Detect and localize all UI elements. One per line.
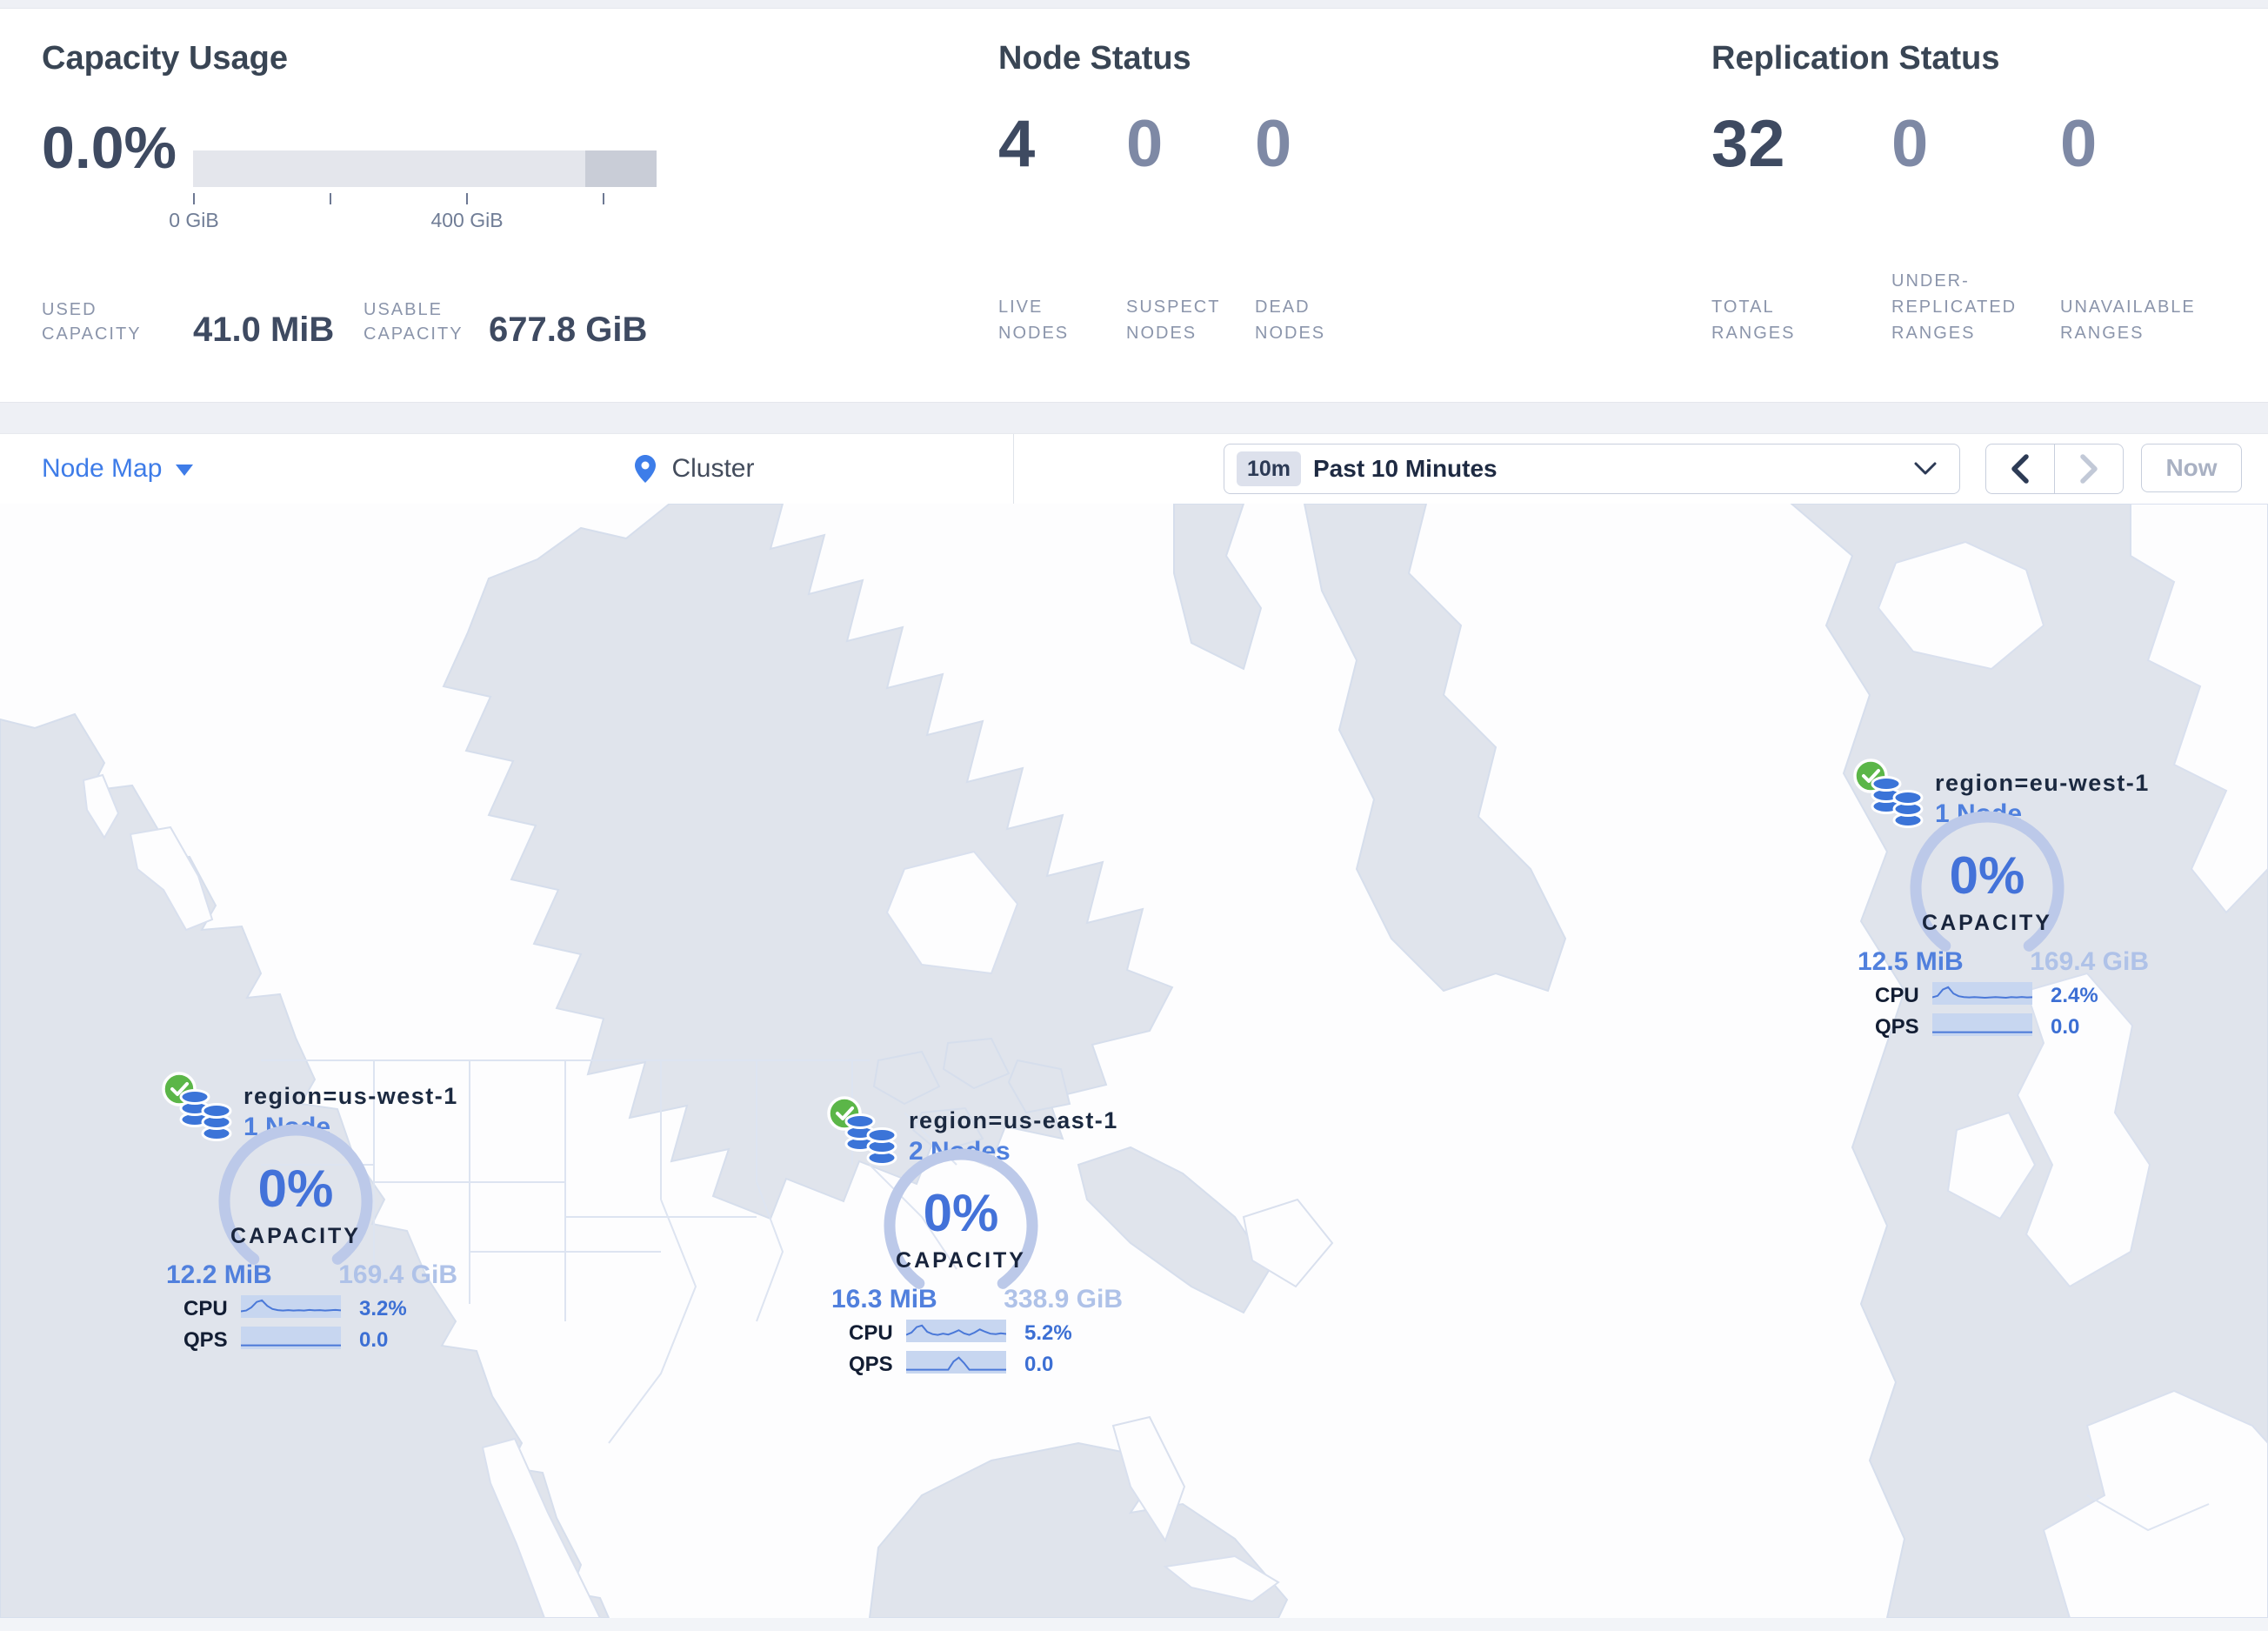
- region-name: region=eu-west-1: [1935, 770, 2150, 796]
- usable-capacity-value: 677.8 GiB: [489, 311, 648, 349]
- region-capacity-percent: 0%: [257, 1160, 334, 1218]
- live-nodes-label: LIVE NODES: [998, 297, 1070, 343]
- used-capacity-value: 41.0 MiB: [193, 311, 335, 349]
- view-selector-label: Node Map: [42, 454, 163, 483]
- under-replicated-ranges-value: 0: [1891, 107, 1929, 181]
- region-used-capacity: 12.5 MiB: [1858, 947, 1964, 976]
- chevron-down-icon: [1914, 462, 1937, 475]
- cpu-value: 2.4%: [2051, 984, 2098, 1007]
- qps-value: 0.0: [2051, 1015, 2080, 1039]
- capacity-usage-section: Capacity Usage 0.0% 0 GiB 400 GiB USED C…: [42, 9, 981, 402]
- qps-sparkline: [906, 1351, 1006, 1374]
- map-toolbar: Node Map Cluster 10m Past 10 Minutes Now: [0, 433, 2268, 505]
- suspect-nodes-label: SUSPECT NODES: [1126, 297, 1221, 343]
- dead-nodes-label: DEAD NODES: [1255, 297, 1326, 343]
- region-capacity-percent: 0%: [1949, 846, 2025, 905]
- capacity-axis-tick: [466, 193, 468, 204]
- region-total-capacity: 169.4 GiB: [2030, 947, 2149, 976]
- qps-label: QPS: [849, 1353, 893, 1376]
- qps-value: 0.0: [1024, 1353, 1054, 1376]
- usable-capacity-label: USABLE CAPACITY: [364, 300, 464, 344]
- replication-status-title: Replication Status: [1711, 40, 2000, 77]
- node-map-canvas: region=us-west-1 1 Node 0% CAPACITY 12.2…: [0, 504, 2268, 1618]
- qps-label: QPS: [183, 1328, 228, 1352]
- region-name: region=us-west-1: [243, 1083, 458, 1109]
- cpu-value: 5.2%: [1024, 1321, 1072, 1345]
- qps-sparkline: [241, 1327, 341, 1349]
- capacity-axis-tick: [603, 193, 604, 204]
- breadcrumb[interactable]: Cluster: [635, 434, 754, 504]
- region-capacity-percent: 0%: [923, 1184, 999, 1242]
- cluster-summary-bar: Capacity Usage 0.0% 0 GiB 400 GiB USED C…: [0, 8, 2268, 403]
- capacity-axis-label-400: 400 GiB: [430, 209, 504, 231]
- capacity-usage-title: Capacity Usage: [42, 40, 289, 77]
- total-ranges-value: 32: [1711, 107, 1785, 181]
- under-replicated-ranges-label: UNDER-REPLICATED RANGES: [1891, 271, 2018, 343]
- time-step-forward-button[interactable]: [2055, 445, 2123, 493]
- node-status-title: Node Status: [998, 40, 1191, 77]
- region-marker-us-west-1[interactable]: region=us-west-1 1 Node 0% CAPACITY 12.2…: [161, 1071, 461, 1362]
- used-capacity-label: USED CAPACITY: [42, 300, 142, 344]
- capacity-usage-bar: [193, 150, 657, 187]
- region-capacity-label: CAPACITY: [1922, 911, 2052, 935]
- time-step-buttons: [1985, 444, 2124, 494]
- view-selector-dropdown[interactable]: Node Map: [42, 434, 194, 504]
- region-capacity-label: CAPACITY: [230, 1224, 361, 1248]
- time-range-label: Past 10 Minutes: [1313, 455, 1498, 482]
- replication-status-section: Replication Status 32 0 0 TOTAL RANGES U…: [1711, 9, 2268, 402]
- cluster-overview-page: Capacity Usage 0.0% 0 GiB 400 GiB USED C…: [0, 0, 2268, 1631]
- time-range-badge: 10m: [1237, 451, 1302, 486]
- region-capacity-label: CAPACITY: [896, 1248, 1026, 1273]
- breadcrumb-cluster-label: Cluster: [671, 454, 755, 483]
- cpu-label: CPU: [849, 1321, 893, 1345]
- map-footer-strip: [0, 1618, 2268, 1631]
- chevron-right-icon: [2080, 454, 2098, 484]
- location-pin-icon: [635, 455, 656, 483]
- capacity-axis-tick: [193, 193, 195, 204]
- qps-sparkline: [1932, 1013, 2032, 1036]
- world-map: [0, 504, 2268, 1618]
- dead-nodes-value: 0: [1255, 107, 1292, 181]
- cpu-sparkline: [241, 1295, 341, 1318]
- unavailable-ranges-value: 0: [2060, 107, 2098, 181]
- region-used-capacity: 16.3 MiB: [831, 1285, 937, 1313]
- capacity-axis-tick: [330, 193, 331, 204]
- toolbar-divider: [1013, 434, 1014, 504]
- chevron-left-icon: [2011, 454, 2029, 484]
- cpu-sparkline: [1932, 982, 2032, 1005]
- capacity-axis-label-0: 0 GiB: [169, 209, 219, 231]
- capacity-bar-reserved-segment: [585, 150, 657, 187]
- time-step-back-button[interactable]: [1986, 445, 2055, 493]
- live-nodes-value: 4: [998, 107, 1036, 181]
- unavailable-ranges-label: UNAVAILABLE RANGES: [2060, 297, 2196, 343]
- node-status-section: Node Status 4 0 0 LIVE NODES SUSPECT NOD…: [998, 9, 1607, 402]
- region-total-capacity: 338.9 GiB: [1004, 1285, 1123, 1313]
- qps-value: 0.0: [359, 1328, 389, 1352]
- region-name: region=us-east-1: [909, 1107, 1118, 1133]
- cpu-value: 3.2%: [359, 1297, 407, 1320]
- cpu-label: CPU: [1875, 984, 1919, 1007]
- time-range-selector[interactable]: 10m Past 10 Minutes: [1224, 444, 1960, 494]
- region-marker-us-east-1[interactable]: region=us-east-1 2 Nodes 0% CAPACITY 16.…: [826, 1095, 1126, 1387]
- capacity-usage-percent: 0.0%: [42, 115, 177, 181]
- region-marker-eu-west-1[interactable]: region=eu-west-1 1 Node 0% CAPACITY 12.5…: [1852, 758, 2152, 1049]
- suspect-nodes-value: 0: [1126, 107, 1164, 181]
- chevron-down-icon: [176, 464, 194, 476]
- now-button[interactable]: Now: [2141, 444, 2242, 492]
- total-ranges-label: TOTAL RANGES: [1711, 297, 1796, 343]
- cpu-label: CPU: [183, 1297, 228, 1320]
- cpu-sparkline: [906, 1320, 1006, 1342]
- region-total-capacity: 169.4 GiB: [338, 1260, 457, 1289]
- region-used-capacity: 12.2 MiB: [166, 1260, 272, 1289]
- qps-label: QPS: [1875, 1015, 1919, 1039]
